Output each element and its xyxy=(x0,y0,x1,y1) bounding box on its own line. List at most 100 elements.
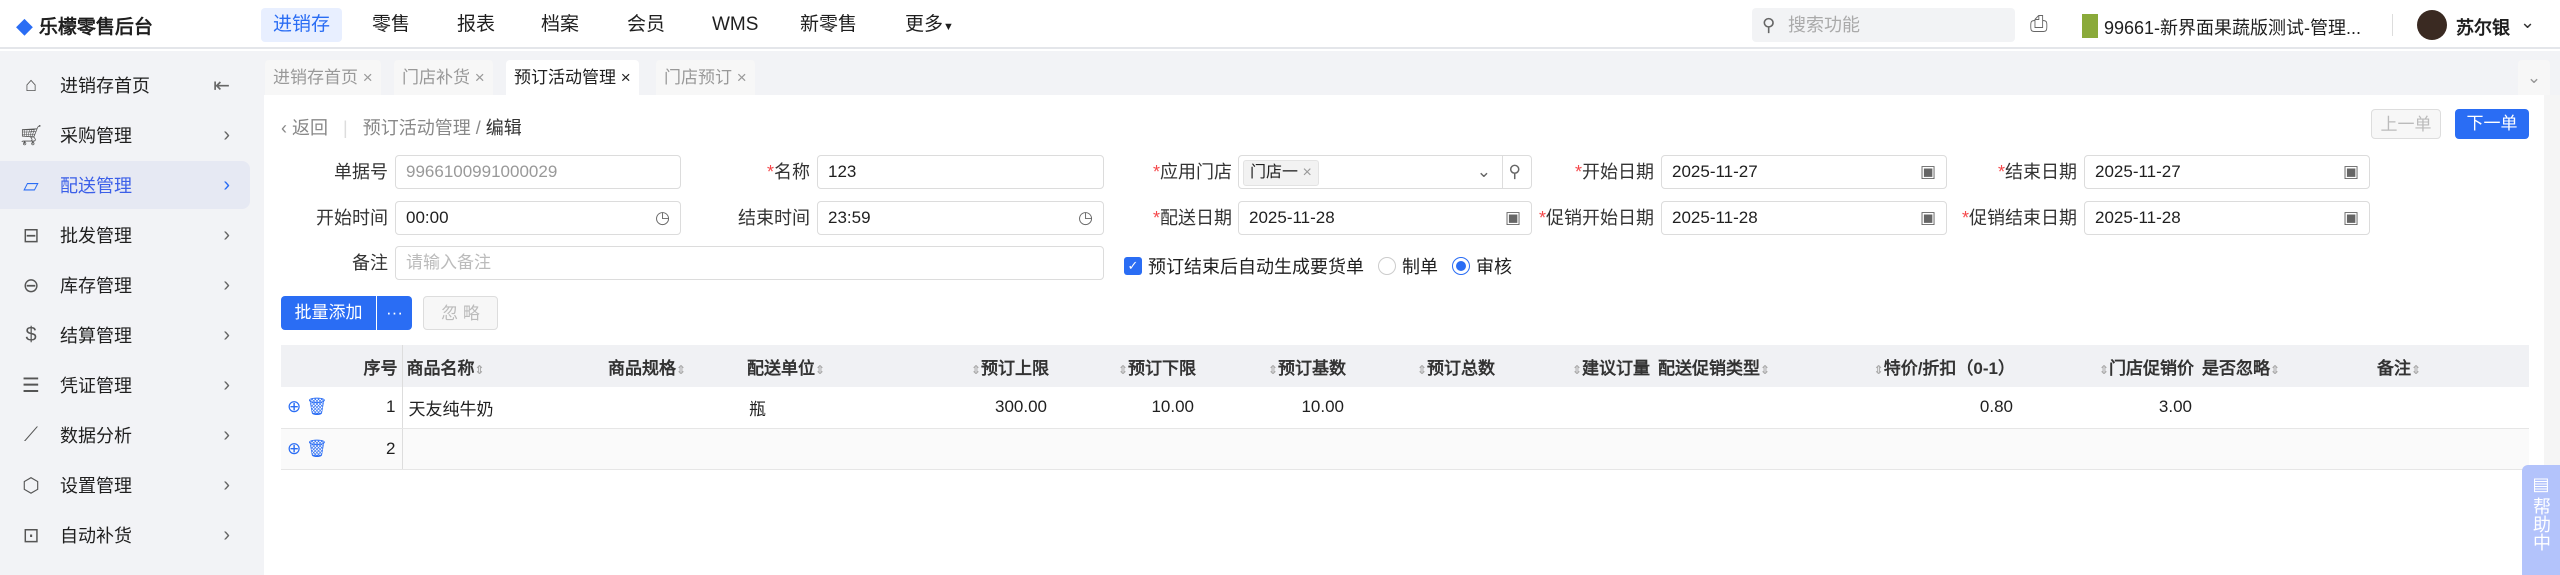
close-icon[interactable]: × xyxy=(737,68,747,87)
nav-more[interactable]: 更多▼ xyxy=(893,8,966,42)
nav-reports[interactable]: 报表 xyxy=(445,8,507,42)
col-promo-type[interactable]: 配送促销类型⇕ xyxy=(1654,345,1829,387)
start-date-field[interactable]: 2025-11-27 ▣ xyxy=(1661,155,1947,189)
doc-no-field[interactable]: 9966100991000029 xyxy=(395,155,681,189)
options-row: ✓ 预订结束后自动生成要货单 制单 审核 xyxy=(1124,253,1512,279)
end-date-field[interactable]: 2025-11-27 ▣ xyxy=(2084,155,2370,189)
nav-wms[interactable]: WMS xyxy=(700,8,770,42)
user-avatar[interactable] xyxy=(2417,10,2447,40)
sort-icon: ⇕ xyxy=(1117,362,1128,377)
sidebar-item-voucher[interactable]: ☰ 凭证管理 › xyxy=(0,361,250,409)
calendar-icon: ▣ xyxy=(2342,162,2359,181)
chevron-right-icon: › xyxy=(223,423,230,446)
col-discount[interactable]: ⇕特价/折扣（0-1） xyxy=(1829,345,2019,387)
col-total[interactable]: ⇕预订总数 xyxy=(1350,345,1499,387)
tab-store-preorder[interactable]: 门店预订 × xyxy=(656,60,755,95)
chevron-right-icon: › xyxy=(223,523,230,546)
sort-icon: ⇕ xyxy=(1416,362,1427,377)
batch-add-more-button[interactable]: ··· xyxy=(377,296,412,330)
chart-icon: ⟋ xyxy=(24,423,38,446)
chevron-down-icon[interactable]: ⌄ xyxy=(2520,12,2535,33)
col-suggest[interactable]: ⇕建议订量 xyxy=(1499,345,1654,387)
chevron-right-icon: › xyxy=(223,123,230,146)
breadcrumb-parent[interactable]: 预订活动管理 xyxy=(363,118,471,138)
chevron-right-icon: › xyxy=(223,373,230,396)
sidebar-item-auto-replenish[interactable]: ⊡ 自动补货 › xyxy=(0,511,250,559)
table-row[interactable]: ⊕ 🗑︎ 1 天友纯牛奶 瓶 300.00 10.00 10.00 0.80 3… xyxy=(281,387,2529,429)
sidebar-item-purchase[interactable]: 🛒︎ 采购管理 › xyxy=(0,111,250,159)
sidebar-item-analytics[interactable]: ⟋ 数据分析 › xyxy=(0,411,250,459)
close-icon[interactable]: × xyxy=(363,68,373,87)
end-time-field[interactable]: 23:59 ◷ xyxy=(817,201,1104,235)
remove-tag-icon[interactable]: × xyxy=(1302,164,1311,181)
next-button[interactable]: 下一单 xyxy=(2455,109,2529,139)
promo-end-field[interactable]: 2025-11-28 ▣ xyxy=(2084,201,2370,235)
col-spec[interactable]: 商品规格⇕ xyxy=(604,345,743,387)
col-max[interactable]: ⇕预订上限 xyxy=(906,345,1053,387)
chevron-right-icon: › xyxy=(223,323,230,346)
promo-start-field[interactable]: 2025-11-28 ▣ xyxy=(1661,201,1947,235)
calendar-icon: ▣ xyxy=(1919,208,1936,227)
user-name[interactable]: 苏尔银 xyxy=(2456,14,2510,40)
store-selector[interactable]: 99661-新界面果蔬版测试-管理... xyxy=(2104,14,2361,40)
nav-members[interactable]: 会员 xyxy=(615,8,677,42)
tab-store-replenish[interactable]: 门店补货 × xyxy=(394,60,493,95)
close-icon[interactable]: × xyxy=(621,68,631,87)
prev-button[interactable]: 上一单 xyxy=(2371,109,2441,139)
table-row[interactable]: ⊕ 🗑︎ 2 xyxy=(281,428,2529,470)
radio-draft[interactable] xyxy=(1378,257,1396,275)
printer-icon[interactable]: ⎙ xyxy=(2030,11,2048,37)
table-header: 序号 商品名称⇕ 商品规格⇕ 配送单位⇕ ⇕预订上限 ⇕预订下限 ⇕预订基数 ⇕… xyxy=(281,345,2529,387)
auto-gen-checkbox[interactable]: ✓ xyxy=(1124,257,1142,275)
help-center-widget[interactable]: ▤ 帮助中 xyxy=(2522,465,2560,575)
caret-down-icon: ▼ xyxy=(943,21,954,33)
col-promo-price[interactable]: ⇕门店促销价 xyxy=(2019,345,2198,387)
add-row-icon[interactable]: ⊕ xyxy=(287,397,301,416)
store-select[interactable]: 门店一 × ⌄ ⚲ xyxy=(1238,155,1532,189)
col-ignore[interactable]: 是否忽略⇕ xyxy=(2198,345,2373,387)
app-logo[interactable]: ◆ 乐檬零售后台 xyxy=(16,12,153,39)
sort-icon: ⇕ xyxy=(1873,362,1884,377)
start-time-field[interactable]: 00:00 ◷ xyxy=(395,201,681,235)
col-unit[interactable]: 配送单位⇕ xyxy=(743,345,906,387)
tab-preorder-activity[interactable]: 预订活动管理 × xyxy=(506,60,639,95)
radio-approve[interactable] xyxy=(1452,257,1470,275)
sort-icon: ⇕ xyxy=(1267,362,1278,377)
batch-add-button[interactable]: 批量添加 xyxy=(281,296,376,330)
sidebar-item-settings[interactable]: ⬡ 设置管理 › xyxy=(0,461,250,509)
search-input[interactable]: ⚲ 搜索功能 xyxy=(1752,8,2015,42)
add-row-icon[interactable]: ⊕ xyxy=(287,439,301,458)
remark-field[interactable]: 请输入备注 xyxy=(395,246,1104,280)
drawer-icon: ⊟ xyxy=(22,224,40,247)
nav-archives[interactable]: 档案 xyxy=(529,8,591,42)
sidebar-item-settlement[interactable]: $ 结算管理 › xyxy=(0,311,250,359)
col-remark[interactable]: 备注⇕ xyxy=(2373,345,2529,387)
nav-new-retail[interactable]: 新零售 xyxy=(788,8,869,42)
sidebar-item-home[interactable]: ⌂ 进销存首页 ⇤ xyxy=(0,61,250,109)
logo-icon: ◆ xyxy=(16,12,33,38)
chevron-down-icon[interactable]: ⌄ xyxy=(1477,156,1491,188)
collapse-sidebar-icon[interactable]: ⇤ xyxy=(213,73,230,98)
col-name[interactable]: 商品名称⇕ xyxy=(402,345,604,387)
sidebar-item-inventory[interactable]: ⊖ 库存管理 › xyxy=(0,261,250,309)
col-min[interactable]: ⇕预订下限 xyxy=(1053,345,1200,387)
col-base[interactable]: ⇕预订基数 xyxy=(1200,345,1350,387)
close-icon[interactable]: × xyxy=(475,68,485,87)
sort-icon: ⇕ xyxy=(970,362,981,377)
sidebar-item-wholesale[interactable]: ⊟ 批发管理 › xyxy=(0,211,250,259)
nav-jinxiaocun[interactable]: 进销存 xyxy=(261,8,343,42)
sidebar-item-delivery[interactable]: ▱ 配送管理 › xyxy=(0,161,250,209)
delete-row-icon[interactable]: 🗑︎ xyxy=(306,397,328,416)
back-link[interactable]: ‹ 返回 xyxy=(281,118,328,138)
name-field[interactable]: 123 xyxy=(817,155,1104,189)
tab-home[interactable]: 进销存首页 × xyxy=(265,60,381,95)
divider xyxy=(2392,14,2393,36)
start-time-label: 开始时间 xyxy=(316,208,388,228)
search-icon[interactable]: ⚲ xyxy=(1501,156,1521,188)
ignore-button[interactable]: 忽 略 xyxy=(423,296,498,330)
tabs-dropdown-icon[interactable]: ⌄ xyxy=(2518,60,2550,95)
clock-icon: ◷ xyxy=(655,208,670,227)
nav-retail[interactable]: 零售 xyxy=(360,8,422,42)
delivery-date-field[interactable]: 2025-11-28 ▣ xyxy=(1238,201,1532,235)
delete-row-icon[interactable]: 🗑︎ xyxy=(306,439,328,458)
